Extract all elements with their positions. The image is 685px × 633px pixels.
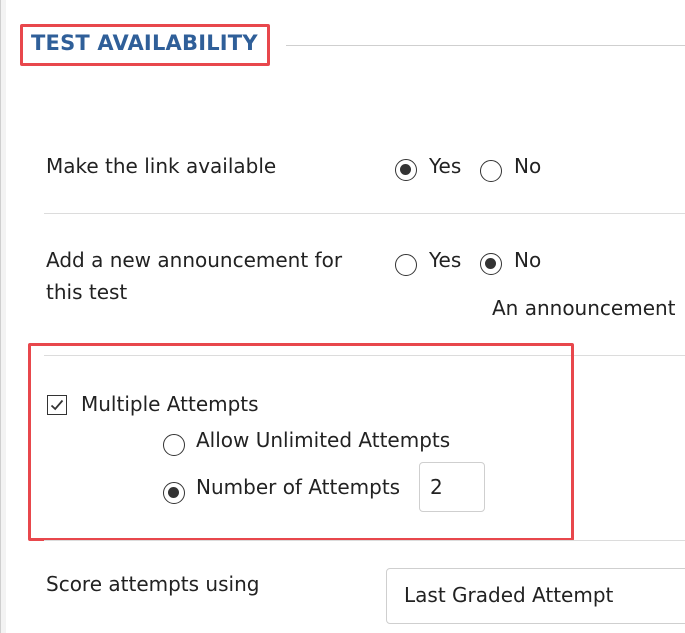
announcement-no-label[interactable]: No xyxy=(514,248,541,272)
score-attempts-select[interactable]: Last Graded Attempt xyxy=(386,568,685,624)
number-of-attempts-input[interactable] xyxy=(419,462,485,512)
make-link-no-label[interactable]: No xyxy=(514,154,541,178)
section-title: TEST AVAILABILITY xyxy=(31,31,258,55)
score-attempts-label: Score attempts using xyxy=(46,572,260,596)
make-link-no-radio[interactable] xyxy=(480,160,502,182)
radio-selected-dot xyxy=(400,164,411,175)
test-options-page: TEST AVAILABILITY Make the link availabl… xyxy=(0,0,685,633)
announcement-no-radio[interactable] xyxy=(480,253,502,275)
number-of-attempts-label[interactable]: Number of Attempts xyxy=(196,475,400,499)
section-divider xyxy=(286,45,685,46)
row-divider xyxy=(44,540,685,541)
unlimited-attempts-label[interactable]: Allow Unlimited Attempts xyxy=(196,428,450,452)
announcement-label-line2: this test xyxy=(46,280,128,304)
make-link-yes-label[interactable]: Yes xyxy=(429,154,461,178)
number-of-attempts-radio[interactable] xyxy=(163,482,185,504)
unlimited-attempts-radio[interactable] xyxy=(163,434,185,456)
checkmark-icon xyxy=(50,399,64,411)
left-panel-edge xyxy=(0,0,6,633)
radio-selected-dot xyxy=(485,258,496,269)
announcement-yes-label[interactable]: Yes xyxy=(429,248,461,272)
make-link-available-label: Make the link available xyxy=(46,154,277,178)
announcement-yes-radio[interactable] xyxy=(395,254,417,276)
multiple-attempts-label[interactable]: Multiple Attempts xyxy=(81,392,259,416)
score-attempts-selected-value: Last Graded Attempt xyxy=(404,583,614,607)
announcement-label-line1: Add a new announcement for xyxy=(46,248,343,272)
make-link-yes-radio[interactable] xyxy=(395,159,417,181)
row-divider xyxy=(44,213,685,214)
multiple-attempts-checkbox[interactable] xyxy=(47,395,67,415)
radio-selected-dot xyxy=(168,487,179,498)
announcement-note: An announcement xyxy=(492,296,676,320)
